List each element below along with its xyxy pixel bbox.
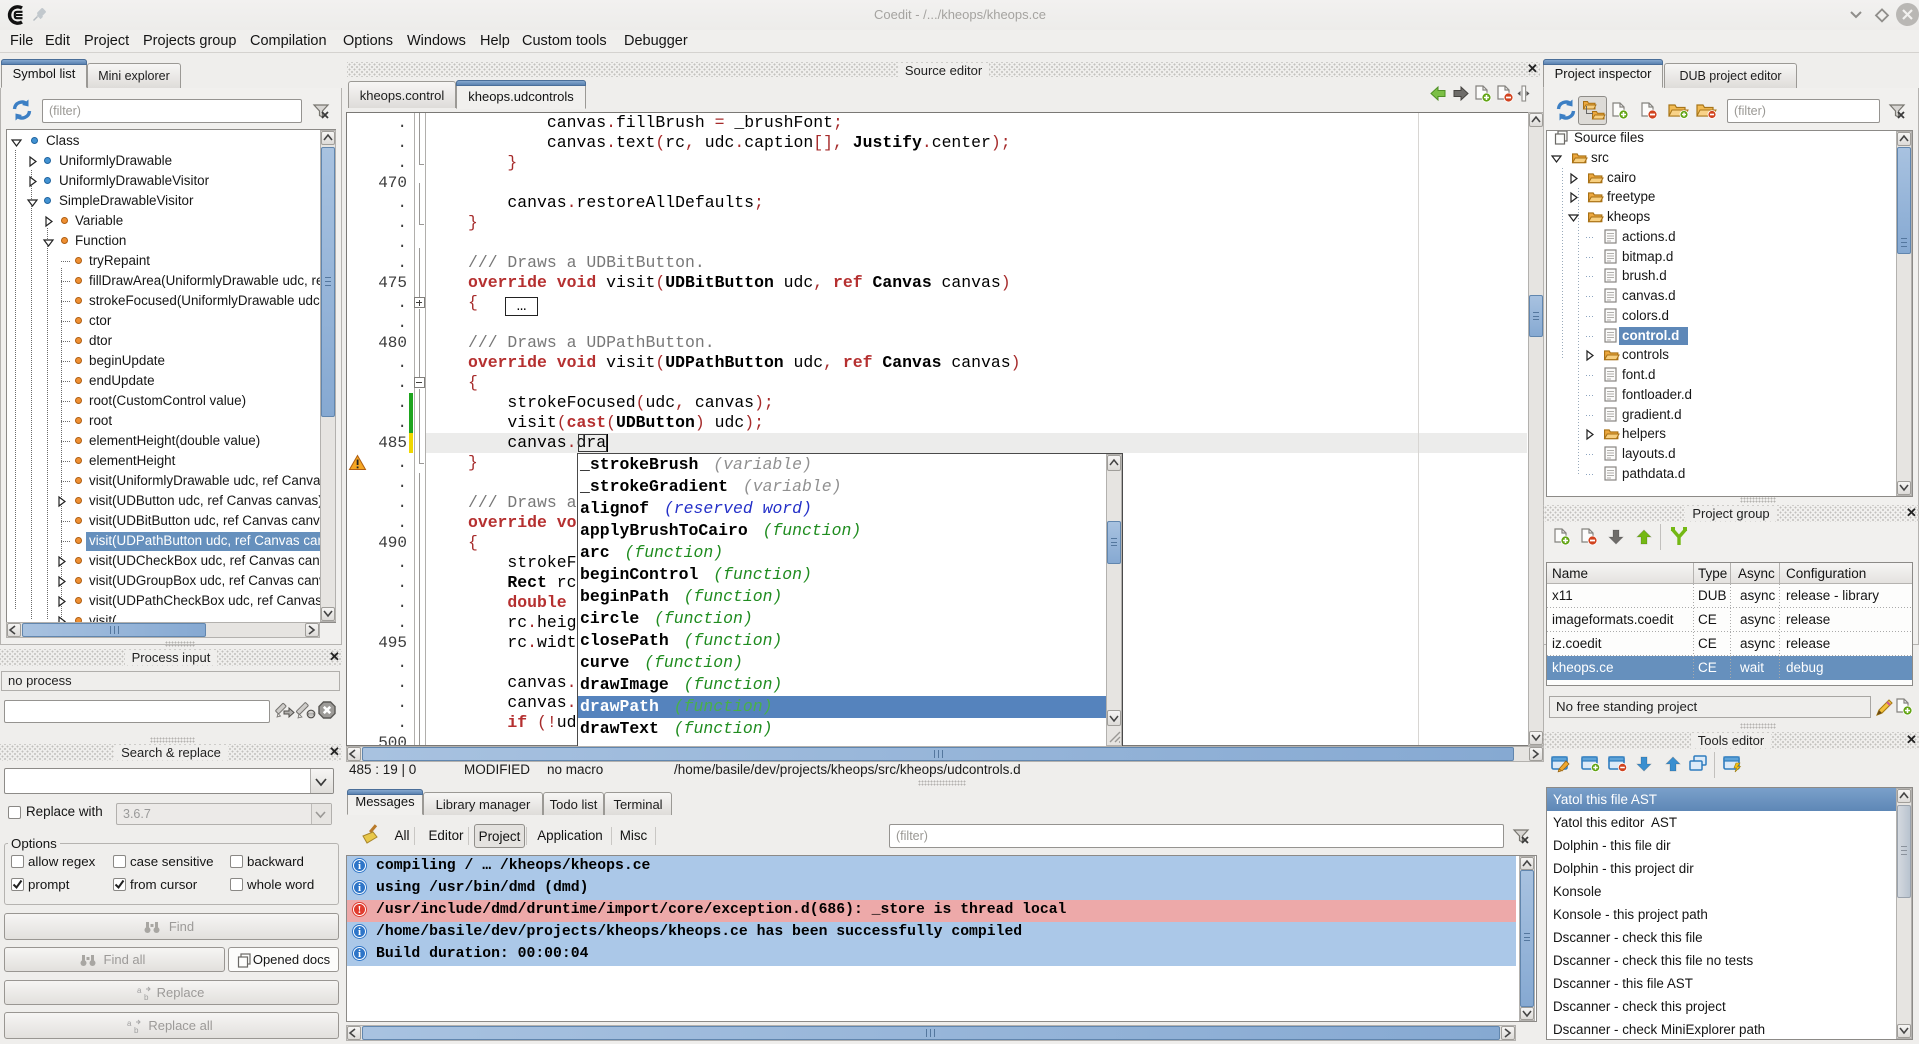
svg-text:b: b <box>144 993 149 1002</box>
svg-text:a: a <box>137 986 142 995</box>
svg-text:b: b <box>134 1026 139 1035</box>
svg-text:a: a <box>127 1019 132 1028</box>
